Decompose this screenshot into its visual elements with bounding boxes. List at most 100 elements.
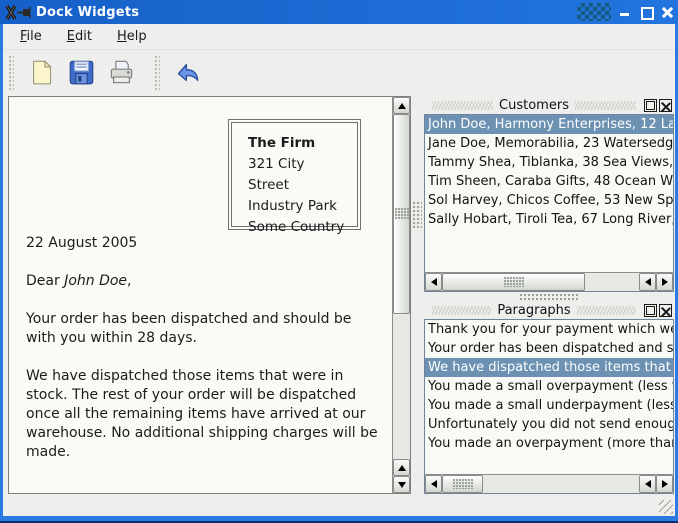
- dock-handle-texture: [432, 100, 494, 110]
- dock-close-button[interactable]: [659, 304, 672, 317]
- dock-close-button[interactable]: [659, 98, 673, 112]
- customers-dock-title: Customers: [499, 97, 569, 113]
- dock-handle-texture: [432, 306, 492, 315]
- list-item[interactable]: Tim Sheen, Caraba Gifts, 48 Ocean Way, D…: [425, 172, 673, 191]
- scrollbar-track[interactable]: [393, 314, 410, 459]
- letter-body: 22 August 2005 Dear John Doe, Your order…: [26, 234, 384, 462]
- customers-dock-titlebar[interactable]: Customers: [424, 96, 674, 114]
- arrow-right-icon: [661, 278, 668, 286]
- window-title: Dock Widgets: [36, 4, 140, 20]
- recipient-name-inline: John Doe: [64, 273, 128, 289]
- customers-list: John Doe, Harmony Enterprises, 12 Lakesi…: [424, 114, 674, 292]
- scrollbar-thumb[interactable]: [442, 273, 585, 291]
- undo-arrow-icon: [177, 63, 198, 82]
- letter-greeting: Dear John Doe,: [26, 273, 132, 289]
- scroll-left-button[interactable]: [425, 273, 442, 291]
- dock-handle-texture: [574, 100, 637, 110]
- menu-edit[interactable]: Edit: [58, 26, 101, 47]
- thumb-grip: [394, 208, 409, 220]
- print-button[interactable]: [101, 54, 141, 92]
- dock-float-button[interactable]: [644, 304, 657, 317]
- undo-button[interactable]: [167, 54, 207, 92]
- list-item[interactable]: Sol Harvey, Chicos Coffee, 53 New Spring…: [425, 191, 673, 210]
- arrow-left-icon: [644, 480, 651, 488]
- x11-pin-icon: [5, 4, 31, 20]
- scrollbar-track[interactable]: [483, 475, 639, 493]
- scrollbar-track[interactable]: [585, 273, 639, 291]
- arrow-right-icon: [661, 480, 668, 488]
- arrow-up-icon: [397, 464, 406, 471]
- save-floppy-icon: [69, 60, 93, 85]
- menubar: File Edit Help: [3, 24, 675, 50]
- letter-date: 22 August 2005: [26, 235, 138, 251]
- resize-grip[interactable]: [659, 500, 673, 514]
- paragraphs-dock-titlebar[interactable]: Paragraphs: [424, 302, 674, 319]
- list-item[interactable]: We have dispatched those items that were…: [425, 358, 673, 377]
- arrow-left-icon: [644, 278, 651, 286]
- customers-horizontal-scrollbar[interactable]: [425, 272, 673, 291]
- splitter-grip: [413, 202, 422, 230]
- scroll-up-button[interactable]: [393, 459, 410, 476]
- customers-list-items: John Doe, Harmony Enterprises, 12 Lakesi…: [425, 115, 673, 272]
- dock-handle-texture: [576, 306, 636, 315]
- dock-float-button[interactable]: [644, 98, 658, 112]
- minimize-button[interactable]: [619, 6, 631, 18]
- paragraphs-horizontal-scrollbar[interactable]: [425, 474, 673, 493]
- scrollbar-thumb[interactable]: [442, 475, 483, 493]
- list-item[interactable]: Jane Doe, Memorabilia, 23 Watersedge, Be…: [425, 134, 673, 153]
- close-button[interactable]: [661, 6, 673, 18]
- list-item[interactable]: Your order has been dispatched and shoul…: [425, 339, 673, 358]
- scroll-up-button[interactable]: [393, 97, 410, 114]
- recipient-address-box: The Firm 321 City Street Industry Park S…: [228, 119, 361, 235]
- menu-help[interactable]: Help: [108, 26, 156, 47]
- letter-vertical-scrollbar[interactable]: [392, 97, 410, 493]
- toolbar-handle[interactable]: [155, 55, 160, 90]
- scroll-right-button[interactable]: [656, 475, 673, 493]
- letter-paragraph: Your order has been dispatched and shoul…: [26, 311, 352, 346]
- thumb-grip: [452, 479, 473, 489]
- paragraphs-dock-title: Paragraphs: [497, 303, 571, 318]
- scroll-left-button[interactable]: [639, 475, 656, 493]
- list-item[interactable]: Unfortunately you did not send enough mo…: [425, 415, 673, 434]
- arrow-left-icon: [430, 480, 437, 488]
- scroll-left-button[interactable]: [425, 475, 442, 493]
- arrow-up-icon: [397, 102, 406, 109]
- list-item[interactable]: You made a small underpayment (less than…: [425, 396, 673, 415]
- save-button[interactable]: [61, 54, 101, 92]
- letter-text-edit[interactable]: The Firm 321 City Street Industry Park S…: [9, 97, 392, 493]
- recipient-address: 321 City Street Industry Park Some Count…: [248, 156, 345, 235]
- toolbar-handle[interactable]: [9, 55, 14, 90]
- print-icon: [110, 60, 132, 84]
- titlebar-decoration: [577, 3, 611, 21]
- new-document-icon: [32, 59, 52, 85]
- scroll-left-button[interactable]: [639, 273, 656, 291]
- app-window: Dock Widgets File Edit Help The Firm 321…: [0, 0, 678, 523]
- thumb-grip: [503, 277, 524, 287]
- paragraphs-list-items: Thank you for your payment which we have…: [425, 320, 673, 474]
- list-item[interactable]: You made a small overpayment (less than …: [425, 377, 673, 396]
- recipient-name: The Firm: [248, 135, 316, 151]
- new-letter-button[interactable]: [21, 54, 61, 92]
- paragraphs-list: Thank you for your payment which we have…: [424, 319, 674, 494]
- arrow-down-icon: [397, 481, 406, 488]
- toolbar: [3, 50, 675, 95]
- scroll-down-button[interactable]: [393, 476, 410, 493]
- splitter-grip: [520, 293, 578, 301]
- list-item[interactable]: John Doe, Harmony Enterprises, 12 Lakesi…: [425, 115, 673, 134]
- letter-paragraph: We have dispatched those items that were…: [26, 368, 378, 460]
- scrollbar-thumb[interactable]: [393, 114, 410, 314]
- list-item[interactable]: Tammy Shea, Tiblanka, 38 Sea Views, Carl…: [425, 153, 673, 172]
- scroll-right-button[interactable]: [656, 273, 673, 291]
- list-item[interactable]: Sally Hobart, Tiroli Tea, 67 Long River,…: [425, 210, 673, 229]
- menu-file[interactable]: File: [11, 26, 51, 47]
- arrow-left-icon: [430, 278, 437, 286]
- statusbar: [3, 495, 675, 516]
- dock-splitter[interactable]: [424, 292, 674, 302]
- list-item[interactable]: You made an overpayment (more than $5). …: [425, 434, 673, 453]
- letter-frame: The Firm 321 City Street Industry Park S…: [8, 96, 411, 494]
- titlebar[interactable]: Dock Widgets: [0, 0, 678, 24]
- vertical-splitter[interactable]: [411, 96, 424, 494]
- window-border: [0, 24, 3, 523]
- maximize-button[interactable]: [640, 6, 654, 20]
- list-item[interactable]: Thank you for your payment which we have…: [425, 320, 673, 339]
